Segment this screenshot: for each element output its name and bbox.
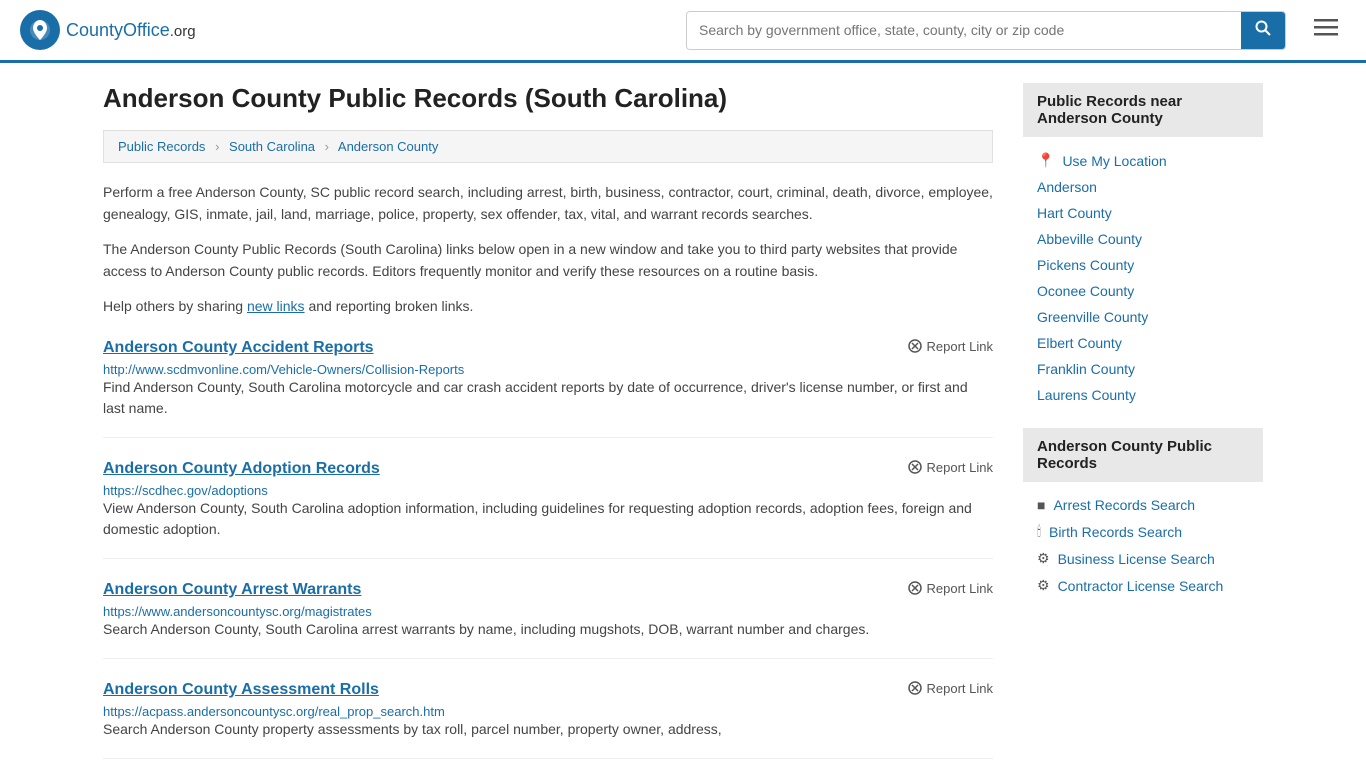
logo-text: CountyOffice.org: [66, 20, 196, 41]
public-record-link[interactable]: Arrest Records Search: [1053, 497, 1195, 513]
record-title[interactable]: Anderson County Accident Reports: [103, 339, 374, 357]
record-title[interactable]: Anderson County Assessment Rolls: [103, 681, 379, 699]
logo-icon: [20, 10, 60, 50]
editors-description: The Anderson County Public Records (Sout…: [103, 238, 993, 283]
record-url[interactable]: http://www.scdmvonline.com/Vehicle-Owner…: [103, 362, 464, 377]
nearby-link[interactable]: Pickens County: [1037, 257, 1134, 273]
search-input[interactable]: [687, 12, 1241, 49]
nearby-section: Public Records near Anderson County 📍 Us…: [1023, 83, 1263, 408]
nearby-link-item[interactable]: Laurens County: [1023, 382, 1263, 408]
report-link-button[interactable]: Report Link: [908, 339, 993, 354]
report-link-button[interactable]: Report Link: [908, 581, 993, 596]
record-url[interactable]: https://www.andersoncountysc.org/magistr…: [103, 604, 372, 619]
public-record-link-item[interactable]: 🕯 Birth Records Search: [1023, 518, 1263, 545]
record-entry: Anderson County Adoption Records Report …: [103, 460, 993, 559]
record-url[interactable]: https://acpass.andersoncountysc.org/real…: [103, 704, 445, 719]
public-record-link-item[interactable]: ⚙ Business License Search: [1023, 545, 1263, 572]
record-url[interactable]: https://scdhec.gov/adoptions: [103, 483, 268, 498]
nearby-link-item[interactable]: Franklin County: [1023, 356, 1263, 382]
site-header: CountyOffice.org: [0, 0, 1366, 63]
record-description: View Anderson County, South Carolina ado…: [103, 498, 993, 540]
nearby-link[interactable]: Oconee County: [1037, 283, 1134, 299]
public-record-link-item[interactable]: ⚙ Contractor License Search: [1023, 572, 1263, 599]
breadcrumb-anderson-county[interactable]: Anderson County: [338, 139, 438, 154]
search-bar: [686, 11, 1286, 50]
report-icon: [908, 681, 922, 695]
public-records-title: Anderson County Public Records: [1023, 428, 1263, 482]
hamburger-icon: [1314, 19, 1338, 37]
nearby-link-item[interactable]: Pickens County: [1023, 252, 1263, 278]
nearby-link-item[interactable]: Oconee County: [1023, 278, 1263, 304]
public-record-link-item[interactable]: ■ Arrest Records Search: [1023, 492, 1263, 518]
nearby-link[interactable]: Anderson: [1037, 179, 1097, 195]
record-description: Search Anderson County, South Carolina a…: [103, 619, 993, 640]
record-title[interactable]: Anderson County Adoption Records: [103, 460, 380, 478]
nearby-link-item[interactable]: Abbeville County: [1023, 226, 1263, 252]
public-record-link[interactable]: Business License Search: [1058, 551, 1215, 567]
public-record-link[interactable]: Birth Records Search: [1049, 524, 1182, 540]
nearby-link[interactable]: Abbeville County: [1037, 231, 1142, 247]
record-description: Search Anderson County property assessme…: [103, 719, 993, 740]
sidebar: Public Records near Anderson County 📍 Us…: [1023, 83, 1263, 759]
nearby-link-item[interactable]: Elbert County: [1023, 330, 1263, 356]
record-type-icon: ⚙: [1037, 577, 1050, 594]
nearby-link-item[interactable]: Greenville County: [1023, 304, 1263, 330]
record-title[interactable]: Anderson County Arrest Warrants: [103, 581, 361, 599]
record-entry: Anderson County Arrest Warrants Report L…: [103, 581, 993, 659]
record-entry: Anderson County Accident Reports Report …: [103, 339, 993, 438]
report-link-button[interactable]: Report Link: [908, 681, 993, 696]
breadcrumb-south-carolina[interactable]: South Carolina: [229, 139, 315, 154]
public-records-section: Anderson County Public Records ■ Arrest …: [1023, 428, 1263, 599]
record-type-icon: ⚙: [1037, 550, 1050, 567]
nearby-links-list: Anderson Hart County Abbeville County Picke…: [1023, 174, 1263, 408]
record-type-icon: 🕯: [1037, 523, 1041, 540]
record-type-icon: ■: [1037, 497, 1045, 513]
public-records-list: ■ Arrest Records Search 🕯 Birth Records …: [1023, 492, 1263, 599]
use-my-location-link[interactable]: Use My Location: [1062, 153, 1166, 169]
report-icon: [908, 460, 922, 474]
site-logo[interactable]: CountyOffice.org: [20, 10, 196, 50]
page-container: Anderson County Public Records (South Ca…: [83, 63, 1283, 779]
record-entry: Anderson County Assessment Rolls Report …: [103, 681, 993, 759]
breadcrumb: Public Records › South Carolina › Anders…: [103, 130, 993, 163]
main-content: Anderson County Public Records (South Ca…: [103, 83, 993, 759]
records-list: Anderson County Accident Reports Report …: [103, 339, 993, 759]
menu-button[interactable]: [1306, 13, 1346, 47]
nearby-link-item[interactable]: Anderson: [1023, 174, 1263, 200]
nearby-link[interactable]: Hart County: [1037, 205, 1112, 221]
use-my-location-item[interactable]: 📍 Use My Location: [1023, 147, 1263, 174]
nearby-link[interactable]: Franklin County: [1037, 361, 1135, 377]
public-record-link[interactable]: Contractor License Search: [1058, 578, 1224, 594]
page-title: Anderson County Public Records (South Ca…: [103, 83, 993, 114]
nearby-link[interactable]: Greenville County: [1037, 309, 1148, 325]
report-link-button[interactable]: Report Link: [908, 460, 993, 475]
search-icon: [1255, 20, 1271, 36]
report-icon: [908, 339, 922, 353]
search-button[interactable]: [1241, 12, 1285, 49]
nearby-link[interactable]: Elbert County: [1037, 335, 1122, 351]
breadcrumb-separator-1: ›: [215, 139, 219, 154]
report-icon: [908, 581, 922, 595]
new-links-link[interactable]: new links: [247, 298, 305, 314]
breadcrumb-separator-2: ›: [325, 139, 329, 154]
nearby-link-item[interactable]: Hart County: [1023, 200, 1263, 226]
share-description: Help others by sharing new links and rep…: [103, 295, 993, 317]
breadcrumb-public-records[interactable]: Public Records: [118, 139, 205, 154]
nearby-title: Public Records near Anderson County: [1023, 83, 1263, 137]
location-icon: 📍: [1037, 152, 1054, 169]
record-description: Find Anderson County, South Carolina mot…: [103, 377, 993, 419]
nearby-link[interactable]: Laurens County: [1037, 387, 1136, 403]
intro-description: Perform a free Anderson County, SC publi…: [103, 181, 993, 226]
